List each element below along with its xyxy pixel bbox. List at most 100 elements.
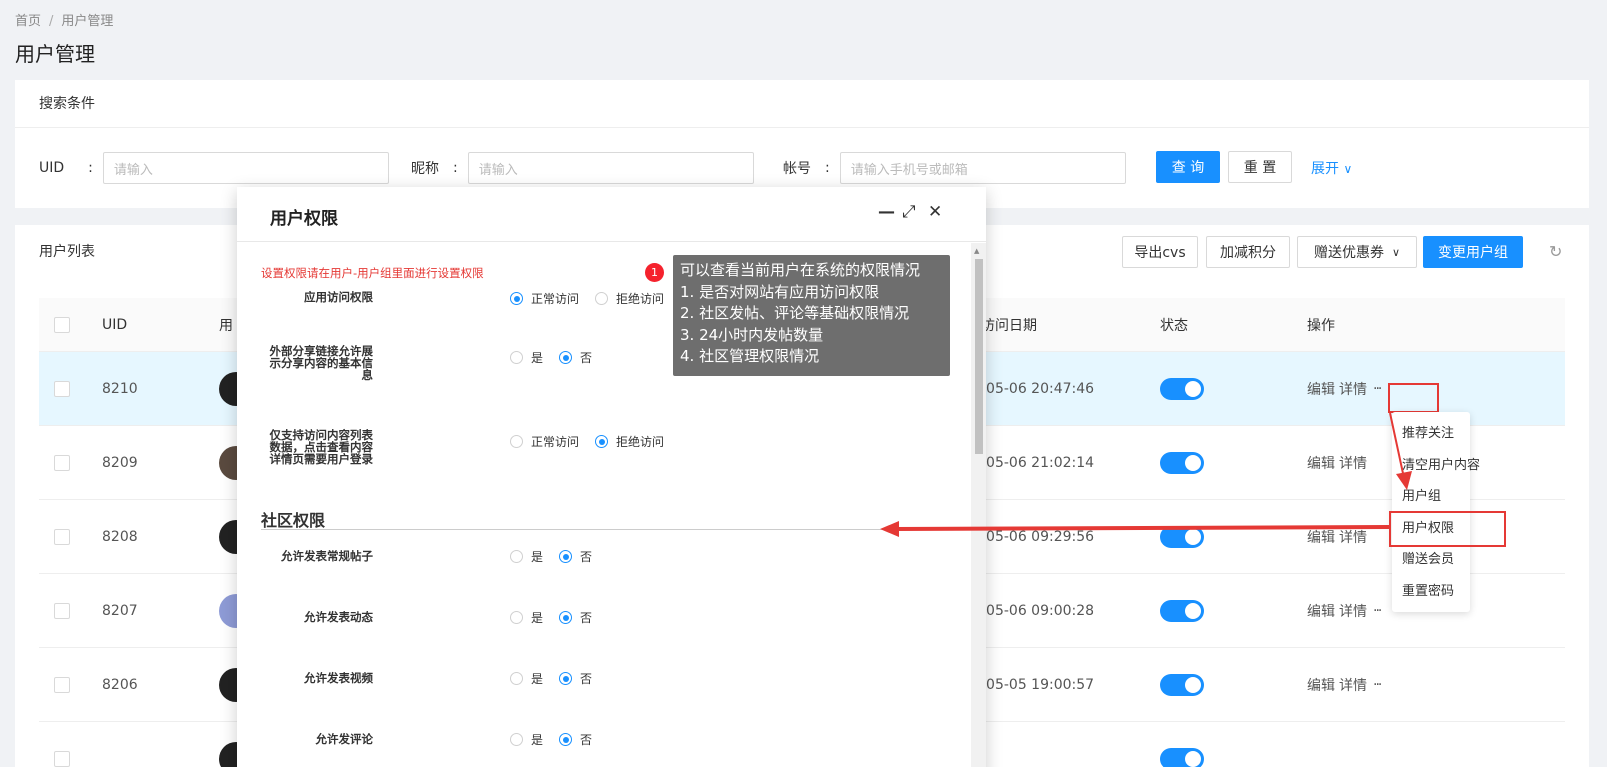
radio-option[interactable]: 拒绝访问: [595, 290, 664, 307]
perm-label-dynamic: 允许发表动态: [304, 610, 373, 624]
row-date: -05-06 20:47:46: [981, 380, 1095, 397]
row-detail-link[interactable]: 详情: [1339, 352, 1367, 425]
radio-label: 否: [580, 550, 593, 564]
account-input[interactable]: 请输入手机号或邮箱: [839, 152, 1126, 184]
status-toggle[interactable]: [1160, 451, 1204, 474]
expand-link[interactable]: 展开 ∨: [1311, 158, 1352, 178]
radio-option[interactable]: 是: [510, 609, 543, 626]
more-icon[interactable]: ···: [1373, 352, 1382, 425]
status-toggle[interactable]: [1160, 525, 1204, 548]
status-toggle[interactable]: [1160, 747, 1204, 767]
select-all-checkbox[interactable]: [54, 316, 70, 333]
row-detail-link[interactable]: 详情: [1339, 574, 1367, 647]
perm-radio-video: 是 否: [510, 670, 608, 687]
tooltip-line: 4. 社区管理权限情况: [680, 347, 820, 365]
scrollbar-thumb[interactable]: [975, 259, 983, 454]
row-checkbox[interactable]: [54, 528, 70, 545]
more-icon[interactable]: ···: [1373, 574, 1382, 647]
row-checkbox[interactable]: [54, 454, 70, 471]
row-uid: 8208: [102, 528, 138, 545]
row-checkbox[interactable]: [54, 380, 70, 397]
radio-option[interactable]: 是: [510, 670, 543, 687]
points-button[interactable]: 加减积分: [1206, 236, 1290, 268]
row-checkbox-cell: [54, 352, 70, 425]
row-edit-link[interactable]: 编辑: [1307, 352, 1335, 425]
row-date: -05-06 09:00:28: [981, 602, 1095, 619]
annotation-box-permission: [1389, 511, 1506, 547]
export-button[interactable]: 导出cvs: [1122, 236, 1198, 268]
chevron-down-icon: ∨: [1343, 162, 1353, 176]
reset-button[interactable]: 重 置: [1228, 151, 1292, 183]
radio-checked-icon: [510, 292, 523, 305]
radio-unchecked-icon: [595, 292, 609, 305]
radio-option[interactable]: 是: [510, 349, 543, 366]
menu-item-recommend[interactable]: 推荐关注: [1392, 418, 1470, 450]
row-checkbox-cell: [54, 574, 70, 647]
radio-label: 是: [531, 611, 544, 625]
radio-option[interactable]: 否: [559, 731, 592, 748]
perm-radio-share: 是 否: [510, 349, 608, 366]
status-toggle[interactable]: [1160, 377, 1204, 400]
nickname-colon: :: [453, 160, 458, 176]
maximize-icon[interactable]: ⤢: [902, 202, 916, 222]
minimize-icon[interactable]: —: [878, 202, 895, 222]
status-cell: [1160, 574, 1204, 647]
radio-unchecked-icon: [510, 435, 523, 448]
row-detail-link[interactable]: 详情: [1339, 500, 1367, 573]
radio-option[interactable]: 否: [559, 609, 592, 626]
radio-label: 是: [531, 550, 544, 564]
row-checkbox[interactable]: [54, 676, 70, 693]
uid-field: UID : 请输入: [39, 152, 389, 184]
menu-item-user-group[interactable]: 用户组: [1392, 481, 1470, 513]
status-toggle[interactable]: [1160, 599, 1204, 622]
modal-scrollbar[interactable]: ▲: [971, 243, 986, 767]
radio-checked-icon: [559, 550, 573, 563]
more-icon[interactable]: ···: [1373, 648, 1382, 721]
account-colon: :: [825, 160, 830, 176]
radio-label: 是: [531, 672, 544, 686]
radio-option[interactable]: 否: [559, 670, 592, 687]
scroll-up-icon[interactable]: ▲: [974, 247, 979, 255]
tooltip-line: 3. 24小时内发帖数量: [680, 325, 824, 344]
radio-option[interactable]: 正常访问: [510, 433, 579, 450]
radio-option[interactable]: 否: [559, 349, 592, 366]
row-edit-link[interactable]: 编辑: [1307, 426, 1335, 499]
radio-option[interactable]: 正常访问: [510, 290, 579, 307]
nickname-label: 昵称: [411, 161, 439, 177]
menu-item-reset-password[interactable]: 重置密码: [1392, 576, 1470, 608]
uid-input[interactable]: 请输入: [102, 152, 389, 184]
uid-colon: :: [88, 160, 93, 176]
breadcrumb: 首页 / 用户管理: [15, 10, 113, 29]
radio-option[interactable]: 是: [510, 548, 543, 565]
row-edit-link[interactable]: 编辑: [1307, 500, 1335, 573]
chevron-down-icon: ∨: [1391, 245, 1401, 259]
row-checkbox-cell: [54, 722, 70, 767]
row-checkbox[interactable]: [54, 602, 70, 619]
radio-option[interactable]: 是: [510, 731, 543, 748]
row-checkbox[interactable]: [54, 750, 70, 767]
page-title: 用户管理: [15, 42, 95, 66]
breadcrumb-current: 用户管理: [61, 14, 114, 29]
radio-unchecked-icon: [510, 672, 523, 685]
menu-item-gift-membership[interactable]: 赠送会员: [1392, 544, 1470, 576]
radio-label: 拒绝访问: [616, 292, 665, 306]
query-button[interactable]: 查 询: [1156, 151, 1220, 183]
modal-header: 用户权限 — ⤢ ✕: [237, 187, 986, 242]
row-detail-link[interactable]: 详情: [1339, 426, 1367, 499]
annotation-tooltip: 可以查看当前用户在系统的权限情况 1. 是否对网站有应用访问权限 2. 社区发帖…: [673, 255, 950, 376]
nickname-input[interactable]: 请输入: [467, 152, 754, 184]
row-edit-link[interactable]: 编辑: [1307, 648, 1335, 721]
refresh-icon[interactable]: ↻: [1549, 242, 1562, 261]
close-icon[interactable]: ✕: [928, 202, 942, 222]
section-divider: [261, 529, 951, 530]
row-edit-link[interactable]: 编辑: [1307, 574, 1335, 647]
breadcrumb-home[interactable]: 首页: [15, 14, 41, 29]
row-detail-link[interactable]: 详情: [1339, 648, 1367, 721]
coupon-button[interactable]: 赠送优惠券 ∨: [1297, 236, 1417, 268]
change-group-button[interactable]: 变更用户组: [1423, 236, 1523, 268]
radio-option[interactable]: 拒绝访问: [595, 433, 664, 450]
perm-label-list-only: 仅支持访问内容列表数据，点击查看内容详情页需要用户登录: [269, 428, 374, 466]
menu-item-clear-content[interactable]: 清空用户内容: [1392, 450, 1480, 482]
radio-option[interactable]: 否: [559, 548, 592, 565]
status-toggle[interactable]: [1160, 673, 1204, 696]
